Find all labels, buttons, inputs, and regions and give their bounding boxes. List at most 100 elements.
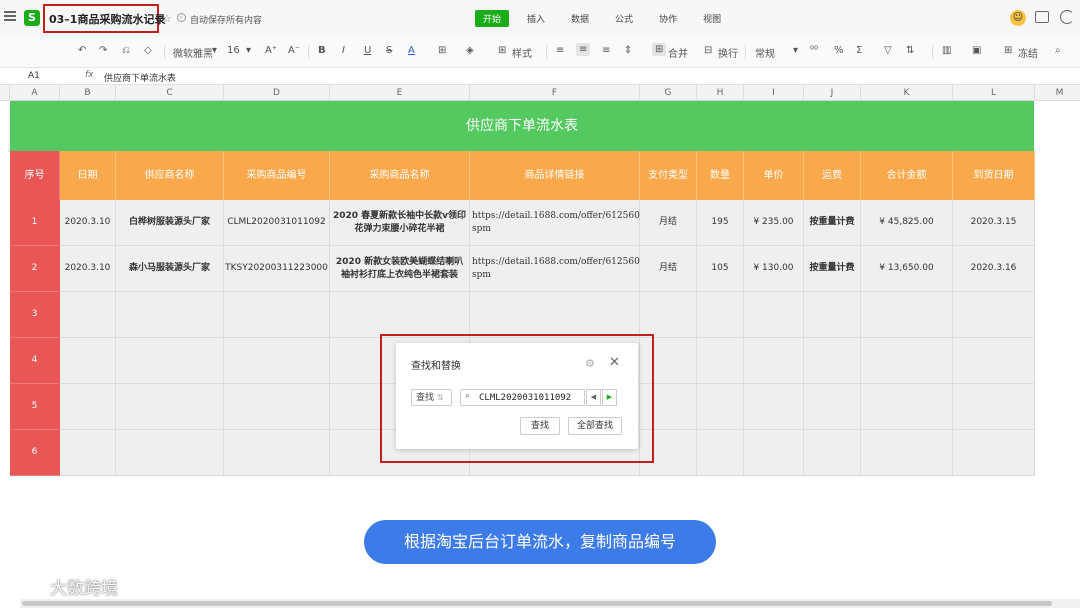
decimal-icon[interactable]: ⁰⁰ <box>810 45 818 56</box>
table-cell[interactable]: 按重量计费 <box>804 200 861 246</box>
italic-icon[interactable]: I <box>342 45 345 56</box>
table-cell[interactable] <box>60 338 116 384</box>
table-cell[interactable]: TKSY20200311223000 <box>224 246 330 292</box>
tab-4[interactable]: 协作 <box>651 10 685 27</box>
table-cell[interactable] <box>60 430 116 476</box>
header-cell[interactable]: 到货日期 <box>953 151 1035 200</box>
table-cell[interactable]: 2020 春夏新款长袖中长款v领印花弹力束腰小碎花半裙 <box>330 200 470 246</box>
table-cell[interactable]: 月结 <box>640 200 697 246</box>
table-cell[interactable] <box>330 292 470 338</box>
table-cell[interactable]: 月结 <box>640 246 697 292</box>
tab-2[interactable]: 数据 <box>563 10 597 27</box>
formula-input[interactable]: 供应商下单流水表 <box>104 71 176 84</box>
table-cell[interactable] <box>116 384 224 430</box>
table-cell[interactable]: ¥ 13,650.00 <box>861 246 953 292</box>
column-header-l[interactable]: L <box>953 85 1035 101</box>
header-cell[interactable]: 运费 <box>804 151 861 200</box>
fill-color-icon[interactable]: ◈ <box>466 45 474 56</box>
history-icon[interactable] <box>1060 10 1074 24</box>
wrap-icon[interactable]: ⊟ <box>704 45 712 56</box>
star-icon[interactable]: ☆ <box>162 12 172 25</box>
table-cell[interactable]: ¥ 130.00 <box>744 246 804 292</box>
select-all-corner[interactable] <box>0 85 10 101</box>
style-button[interactable]: 样式 <box>512 45 532 60</box>
row-index-cell[interactable]: 1 <box>10 200 60 246</box>
vertical-align-icon[interactable]: ⇕ <box>624 45 632 56</box>
header-cell[interactable]: 支付类型 <box>640 151 697 200</box>
wrap-button[interactable]: 换行 <box>718 45 738 60</box>
header-cell[interactable]: 商品详情链接 <box>470 151 640 200</box>
align-right-icon[interactable]: ≡ <box>602 45 610 56</box>
strikethrough-icon[interactable]: S <box>386 45 392 56</box>
find-all-button[interactable]: 全部查找 <box>568 417 622 435</box>
doc-title[interactable]: 03–1商品采购流水记录 <box>49 11 165 27</box>
table-cell[interactable] <box>953 430 1035 476</box>
chevron-down-icon[interactable]: ▾ <box>246 45 251 56</box>
table-cell[interactable] <box>470 292 640 338</box>
align-left-icon[interactable]: ≡ <box>556 45 564 56</box>
find-mode-select[interactable]: 查找 ⇅ <box>411 389 452 406</box>
row-index-cell[interactable]: 4 <box>10 338 60 384</box>
horizontal-scrollbar[interactable] <box>20 599 1080 608</box>
sort-icon[interactable]: ⇅ <box>906 45 914 56</box>
column-header-j[interactable]: J <box>804 85 861 101</box>
header-cell[interactable]: 采购商品名称 <box>330 151 470 200</box>
table-cell[interactable] <box>697 338 744 384</box>
underline-icon[interactable]: U <box>364 45 371 56</box>
column-header-g[interactable]: G <box>640 85 697 101</box>
header-cell[interactable]: 单价 <box>744 151 804 200</box>
table-cell[interactable] <box>116 338 224 384</box>
header-cell[interactable]: 供应商名称 <box>116 151 224 200</box>
clear-format-icon[interactable]: ◇ <box>144 45 152 56</box>
table-cell[interactable] <box>744 338 804 384</box>
table-cell[interactable] <box>640 292 697 338</box>
table-cell[interactable]: 2020.3.10 <box>60 246 116 292</box>
table-cell[interactable] <box>804 292 861 338</box>
table-cell[interactable] <box>953 292 1035 338</box>
number-format-select[interactable]: 常规 <box>755 45 775 60</box>
table-cell[interactable] <box>60 384 116 430</box>
table-cell[interactable]: 森小马服装源头厂家 <box>116 246 224 292</box>
screen-share-icon[interactable] <box>1035 11 1049 23</box>
merge-button[interactable]: 合并 <box>668 45 688 60</box>
header-cell[interactable]: 采购商品编号 <box>224 151 330 200</box>
previous-match-button[interactable]: ◀ <box>586 389 601 406</box>
row-index-cell[interactable]: 2 <box>10 246 60 292</box>
row-index-cell[interactable]: 5 <box>10 384 60 430</box>
table-cell[interactable] <box>953 384 1035 430</box>
table-cell[interactable] <box>697 384 744 430</box>
align-center-icon[interactable]: ≡ <box>576 43 591 56</box>
table-cell[interactable]: 2020.3.16 <box>953 246 1035 292</box>
table-cell[interactable]: https://detail.1688.com/offer/6125600061… <box>470 200 697 246</box>
search-input[interactable]: ⌕ CLML2020031011092 <box>460 389 585 406</box>
sum-icon[interactable]: Σ <box>856 45 862 56</box>
table-cell[interactable] <box>804 384 861 430</box>
close-icon[interactable]: ✕ <box>609 355 620 370</box>
column-header-m[interactable]: M <box>1035 85 1080 101</box>
tab-0[interactable]: 开始 <box>475 10 510 27</box>
search-icon[interactable]: ⌕ <box>1055 45 1061 56</box>
increase-font-icon[interactable]: A⁺ <box>265 45 277 56</box>
column-header-b[interactable]: B <box>60 85 116 101</box>
header-cell[interactable]: 合计金额 <box>861 151 953 200</box>
column-header-k[interactable]: K <box>861 85 953 101</box>
merge-icon[interactable]: ⊞ <box>652 43 667 56</box>
filter-icon[interactable]: ▽ <box>884 45 892 56</box>
table-cell[interactable]: 2020.3.15 <box>953 200 1035 246</box>
tab-3[interactable]: 公式 <box>607 10 641 27</box>
table-cell[interactable]: ¥ 45,825.00 <box>861 200 953 246</box>
row-index-cell[interactable]: 3 <box>10 292 60 338</box>
table-cell[interactable] <box>224 384 330 430</box>
border-icon[interactable]: ⊞ <box>438 45 446 56</box>
column-header-h[interactable]: H <box>697 85 744 101</box>
table-cell[interactable] <box>804 430 861 476</box>
row-index-cell[interactable]: 6 <box>10 430 60 476</box>
table-cell[interactable] <box>861 292 953 338</box>
freeze-button[interactable]: 冻结 <box>1018 45 1038 60</box>
header-cell[interactable]: 序号 <box>10 151 60 200</box>
decrease-font-icon[interactable]: A⁻ <box>288 45 300 56</box>
table-cell[interactable] <box>60 292 116 338</box>
table-cell[interactable] <box>697 292 744 338</box>
table-cell[interactable] <box>744 292 804 338</box>
bold-icon[interactable]: B <box>318 45 326 56</box>
